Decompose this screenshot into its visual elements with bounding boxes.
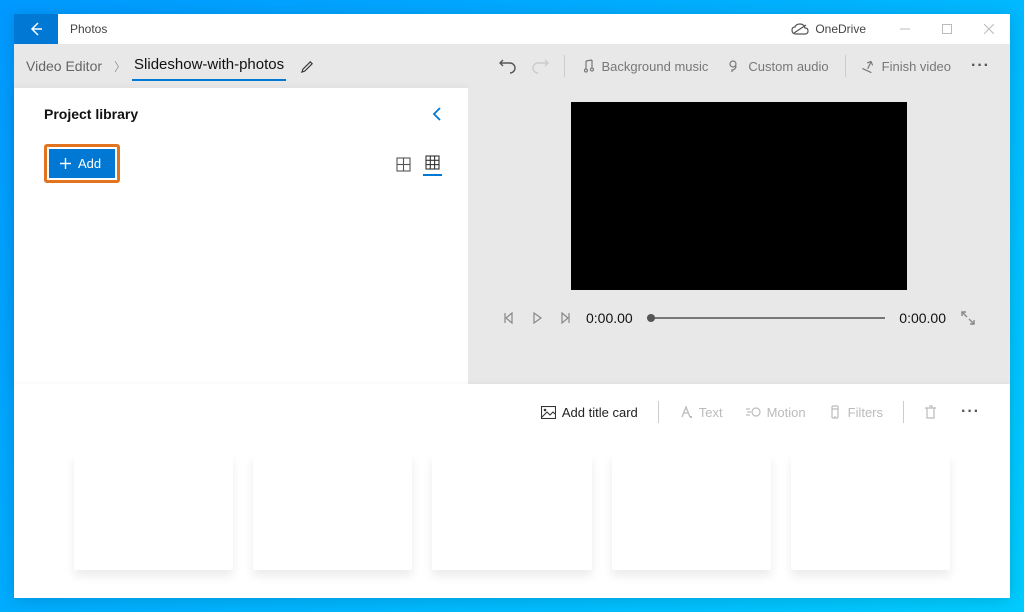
onedrive-button[interactable]: OneDrive: [773, 14, 884, 44]
audio-icon: [728, 59, 742, 73]
main-area: Project library Add: [14, 88, 1010, 384]
finish-video-label: Finish video: [882, 59, 951, 74]
arrow-left-icon: [28, 21, 44, 37]
undo-icon: [498, 57, 516, 75]
project-library-title: Project library: [44, 106, 138, 122]
current-time: 0:00.00: [586, 310, 633, 326]
filters-label: Filters: [848, 405, 883, 420]
photos-window: Photos OneDrive Video Editor 〉 Slideshow…: [14, 14, 1010, 598]
close-icon: [984, 24, 994, 34]
player-controls: 0:00.00 0:00.00: [498, 310, 980, 326]
cloud-icon: [791, 23, 809, 35]
play-icon: [530, 311, 544, 325]
image-icon: [541, 406, 556, 419]
project-library-panel: Project library Add: [14, 88, 468, 384]
divider: [845, 55, 846, 77]
clip-slot[interactable]: [432, 454, 591, 570]
clip-slot[interactable]: [612, 454, 771, 570]
video-preview[interactable]: [571, 102, 907, 290]
divider: [658, 401, 659, 423]
grid-2x2-icon: [396, 157, 411, 172]
storyboard-clips: [14, 430, 1010, 570]
filters-icon: [828, 405, 842, 419]
total-time: 0:00.00: [899, 310, 946, 326]
music-icon: [581, 59, 595, 73]
motion-label: Motion: [767, 405, 806, 420]
preview-panel: 0:00.00 0:00.00: [468, 88, 1010, 384]
back-button[interactable]: [14, 14, 58, 44]
clip-slot[interactable]: [74, 454, 233, 570]
maximize-icon: [942, 24, 952, 34]
breadcrumb-project[interactable]: Slideshow-with-photos: [132, 52, 286, 81]
text-label: Text: [699, 405, 723, 420]
minimize-icon: [900, 24, 910, 34]
step-back-icon: [502, 311, 516, 325]
finish-video-button[interactable]: Finish video: [852, 53, 961, 80]
title-bar: Photos OneDrive: [14, 14, 1010, 44]
onedrive-label: OneDrive: [815, 22, 866, 36]
grid-3x3-icon: [425, 155, 440, 170]
rename-button[interactable]: [300, 59, 315, 74]
add-title-card-label: Add title card: [562, 405, 638, 420]
fullscreen-button[interactable]: [960, 310, 976, 326]
expand-icon: [960, 310, 976, 326]
background-music-button[interactable]: Background music: [571, 53, 718, 80]
step-forward-icon: [558, 311, 572, 325]
custom-audio-label: Custom audio: [748, 59, 828, 74]
redo-icon: [532, 57, 550, 75]
delete-clip-button[interactable]: [916, 401, 945, 424]
export-icon: [862, 59, 876, 73]
add-label: Add: [78, 156, 101, 171]
chevron-right-icon: 〉: [108, 58, 132, 75]
maximize-button[interactable]: [926, 14, 968, 44]
background-music-label: Background music: [601, 59, 708, 74]
prev-frame-button[interactable]: [502, 311, 516, 325]
add-highlight: Add: [44, 144, 120, 183]
app-name: Photos: [58, 14, 119, 44]
close-button[interactable]: [968, 14, 1010, 44]
filters-button[interactable]: Filters: [820, 401, 891, 424]
chevron-left-icon: [432, 107, 442, 121]
minimize-button[interactable]: [884, 14, 926, 44]
storyboard-toolbar: Add title card Text Motion Filters ···: [14, 394, 1010, 430]
text-button[interactable]: Text: [671, 401, 731, 424]
large-grid-button[interactable]: [394, 153, 413, 176]
play-button[interactable]: [530, 311, 544, 325]
add-button[interactable]: Add: [49, 149, 115, 178]
motion-button[interactable]: Motion: [737, 401, 814, 424]
trash-icon: [924, 405, 937, 420]
divider: [564, 55, 565, 77]
view-toggle: [394, 151, 442, 176]
add-title-card-button[interactable]: Add title card: [533, 401, 646, 424]
clip-slot[interactable]: [253, 454, 412, 570]
collapse-library-button[interactable]: [432, 107, 442, 121]
top-toolbar: Video Editor 〉 Slideshow-with-photos Bac…: [14, 44, 1010, 88]
redo-button[interactable]: [524, 51, 558, 81]
next-frame-button[interactable]: [558, 311, 572, 325]
small-grid-button[interactable]: [423, 151, 442, 176]
clip-slot[interactable]: [791, 454, 950, 570]
motion-icon: [745, 405, 761, 419]
divider: [903, 401, 904, 423]
breadcrumb-root[interactable]: Video Editor: [20, 54, 108, 78]
undo-button[interactable]: [490, 51, 524, 81]
plus-icon: [59, 157, 72, 170]
custom-audio-button[interactable]: Custom audio: [718, 53, 838, 80]
seek-bar[interactable]: [647, 317, 886, 319]
pencil-icon: [300, 59, 315, 74]
storyboard-more-button[interactable]: ···: [951, 397, 990, 427]
text-icon: [679, 405, 693, 419]
window-controls: [884, 14, 1010, 44]
more-button[interactable]: ···: [961, 51, 1000, 81]
storyboard-panel: Add title card Text Motion Filters ···: [14, 384, 1010, 598]
